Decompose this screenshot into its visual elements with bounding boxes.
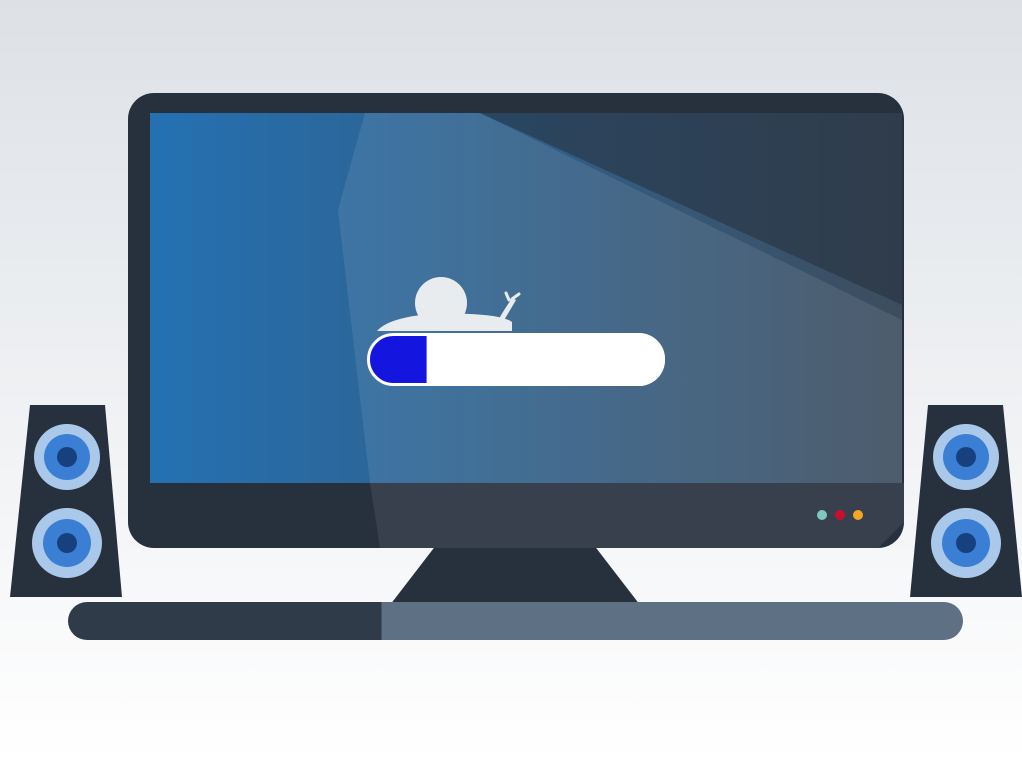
desk-base: [68, 602, 963, 640]
monitor-screen: [150, 113, 902, 483]
indicator-light-3: [853, 510, 863, 520]
left-speaker-cone-top: [34, 424, 100, 490]
right-speaker-cone-top: [933, 424, 999, 490]
right-speaker: [910, 405, 1022, 597]
computer-illustration: [0, 0, 1022, 762]
right-speaker-cone-bottom: [931, 508, 1001, 578]
indicator-light-1: [817, 510, 827, 520]
progress-bar: [367, 333, 665, 386]
indicator-light-2: [835, 510, 845, 520]
left-speaker-cone-bottom: [32, 508, 102, 578]
illustration: [0, 0, 1022, 762]
